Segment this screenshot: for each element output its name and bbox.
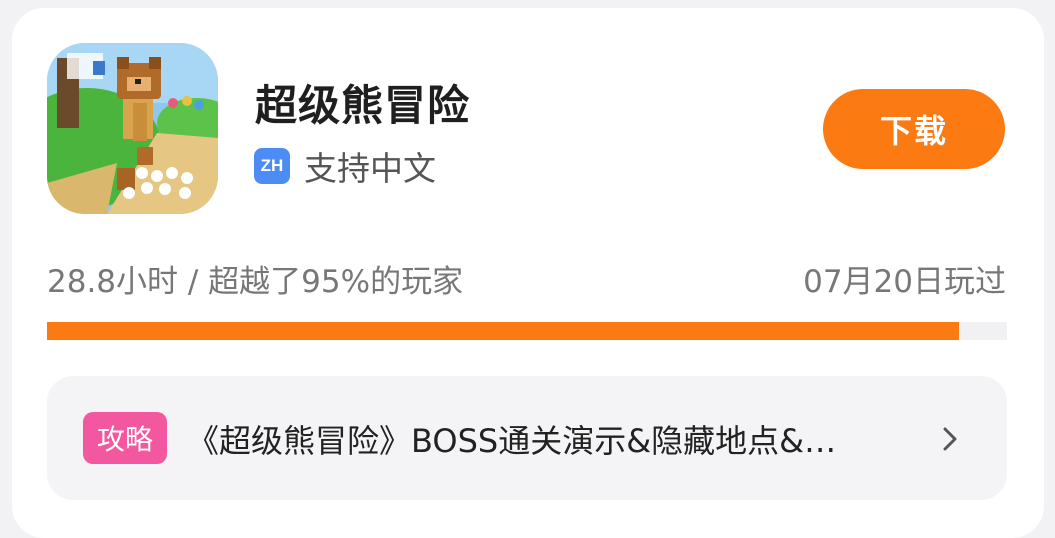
play-progress-fill — [47, 322, 959, 340]
game-icon[interactable] — [47, 43, 218, 214]
guide-tag: 攻略 — [83, 412, 167, 464]
chevron-right-icon — [937, 424, 963, 454]
language-support: ZH 支持中文 — [254, 147, 436, 188]
guide-entry[interactable]: 攻略 《超级熊冒险》BOSS通关演示&隐藏地点&… — [47, 376, 1007, 500]
download-button[interactable]: 下载 — [823, 89, 1005, 169]
play-progress-bar — [47, 322, 1007, 340]
play-time-stat: 28.8小时 / 超越了95%的玩家 — [47, 264, 464, 300]
game-title: 超级熊冒险 — [255, 81, 471, 130]
last-played-date: 07月20日玩过 — [803, 264, 1006, 300]
language-label: 支持中文 — [304, 149, 436, 188]
zh-language-icon: ZH — [254, 148, 290, 184]
guide-title: 《超级熊冒险》BOSS通关演示&隐藏地点&… — [187, 422, 837, 460]
